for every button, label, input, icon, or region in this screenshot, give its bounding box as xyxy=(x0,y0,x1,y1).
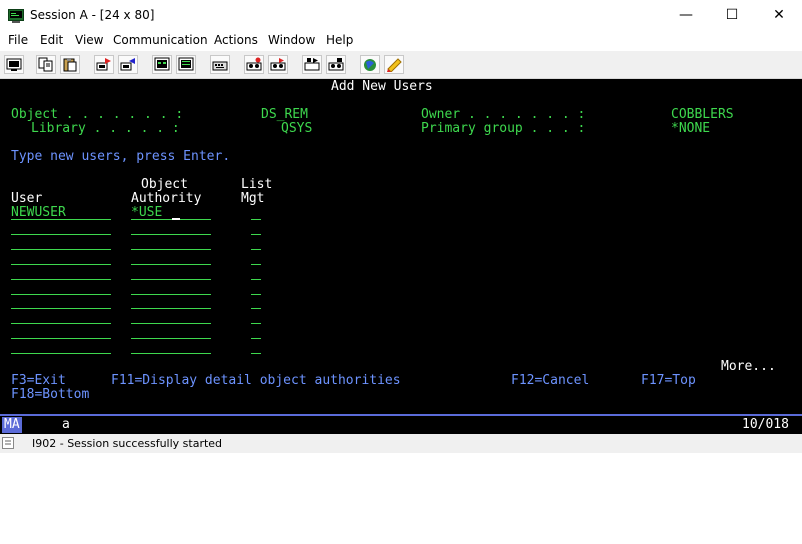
status-message: I902 - Session successfully started xyxy=(32,437,223,450)
user-field[interactable] xyxy=(11,340,111,354)
list-mgt-field[interactable] xyxy=(251,221,261,235)
record-macro-icon[interactable] xyxy=(244,55,264,74)
instruction-text: Type new users, press Enter. xyxy=(11,149,231,164)
print-screen-icon[interactable] xyxy=(4,55,24,74)
send-icon[interactable] xyxy=(94,55,114,74)
oia-mode: MA xyxy=(2,417,22,433)
user-field[interactable] xyxy=(11,251,111,265)
authority-field[interactable] xyxy=(131,251,211,265)
status-bar: I902 - Session successfully started xyxy=(0,434,802,453)
primary-group-value: *NONE xyxy=(671,121,711,136)
app-icon xyxy=(8,8,24,23)
user-field[interactable] xyxy=(11,266,111,280)
user-field[interactable] xyxy=(11,281,111,295)
terminal-screen[interactable]: Add New Users Object . . . . . . . : DS_… xyxy=(0,79,802,414)
menu-actions[interactable]: Actions xyxy=(214,33,258,47)
screen-heading: Add New Users xyxy=(331,79,433,94)
status-icon xyxy=(2,437,14,449)
authority-field[interactable] xyxy=(131,310,211,324)
more-indicator: More... xyxy=(721,359,776,374)
user-field[interactable] xyxy=(11,236,111,250)
primary-group-label: Primary group . . . : xyxy=(421,121,586,136)
column-header-list: List xyxy=(241,177,273,192)
user-field[interactable] xyxy=(11,221,111,235)
library-value: QSYS xyxy=(281,121,313,136)
authority-field[interactable] xyxy=(131,295,211,309)
list-mgt-field[interactable] xyxy=(251,340,261,354)
list-mgt-field[interactable] xyxy=(251,206,261,220)
maximize-button[interactable]: ☐ xyxy=(709,0,755,30)
authority-field[interactable] xyxy=(131,266,211,280)
authority-field[interactable] xyxy=(131,221,211,235)
play-macro-icon[interactable] xyxy=(268,55,288,74)
authority-field[interactable] xyxy=(131,325,211,339)
f3-exit-key[interactable]: F3=Exit xyxy=(11,374,66,388)
object-value: DS_REM xyxy=(261,107,308,122)
menu-edit[interactable]: Edit xyxy=(40,33,63,47)
copy-icon[interactable] xyxy=(36,55,56,74)
authority-field[interactable]: *USE xyxy=(131,206,211,220)
display-keypad-icon[interactable] xyxy=(152,55,172,74)
column-header-authority: Authority xyxy=(131,191,202,206)
menu-help[interactable]: Help xyxy=(326,33,353,47)
column-header-mgt: Mgt xyxy=(241,191,265,206)
user-field[interactable]: NEWUSER xyxy=(11,206,111,220)
menu-window[interactable]: Window xyxy=(268,33,315,47)
list-mgt-field[interactable] xyxy=(251,236,261,250)
f18-bottom-key[interactable]: F18=Bottom xyxy=(11,388,89,402)
list-mgt-field[interactable] xyxy=(251,251,261,265)
oia-input: a xyxy=(62,417,70,432)
object-label: Object . . . . . . . : xyxy=(11,107,184,122)
authority-field[interactable] xyxy=(131,340,211,354)
keypad-icon[interactable] xyxy=(176,55,196,74)
window-title: Session A - [24 x 80] xyxy=(30,8,155,22)
macro-step-icon[interactable] xyxy=(326,55,346,74)
list-mgt-field[interactable] xyxy=(251,281,261,295)
menu-file[interactable]: File xyxy=(8,33,28,47)
help-icon[interactable] xyxy=(384,55,404,74)
authority-field[interactable] xyxy=(131,281,211,295)
owner-label: Owner . . . . . . . : xyxy=(421,107,586,122)
text-cursor xyxy=(172,218,180,220)
menu-communication[interactable]: Communication xyxy=(113,33,208,47)
f11-display-detail-key[interactable]: F11=Display detail object authorities xyxy=(111,374,401,388)
list-mgt-field[interactable] xyxy=(251,325,261,339)
close-button[interactable]: ✕ xyxy=(756,0,802,30)
toolbar xyxy=(0,51,802,79)
user-field[interactable] xyxy=(11,295,111,309)
authority-field[interactable] xyxy=(131,236,211,250)
stop-macro-icon[interactable] xyxy=(302,55,322,74)
list-mgt-field[interactable] xyxy=(251,310,261,324)
operator-info-area: MA a 10/018 xyxy=(0,414,802,434)
column-header-object: Object xyxy=(141,177,188,192)
list-mgt-field[interactable] xyxy=(251,295,261,309)
user-field[interactable] xyxy=(11,325,111,339)
column-header-user: User xyxy=(11,191,43,206)
minimize-button[interactable]: — xyxy=(663,0,709,30)
title-bar: Session A - [24 x 80] — ☐ ✕ xyxy=(0,0,802,30)
receive-icon[interactable] xyxy=(118,55,138,74)
customize-icon[interactable] xyxy=(360,55,380,74)
user-field[interactable] xyxy=(11,310,111,324)
f17-top-key[interactable]: F17=Top xyxy=(641,374,696,388)
menu-view[interactable]: View xyxy=(75,33,103,47)
f12-cancel-key[interactable]: F12=Cancel xyxy=(511,374,589,388)
menu-bar: File Edit View Communication Actions Win… xyxy=(0,30,802,51)
paste-icon[interactable] xyxy=(60,55,80,74)
keyboard-icon[interactable] xyxy=(210,55,230,74)
cursor-position: 10/018 xyxy=(742,417,789,432)
library-label: Library . . . . . : xyxy=(31,121,180,136)
owner-value: COBBLERS xyxy=(671,107,734,122)
list-mgt-field[interactable] xyxy=(251,266,261,280)
